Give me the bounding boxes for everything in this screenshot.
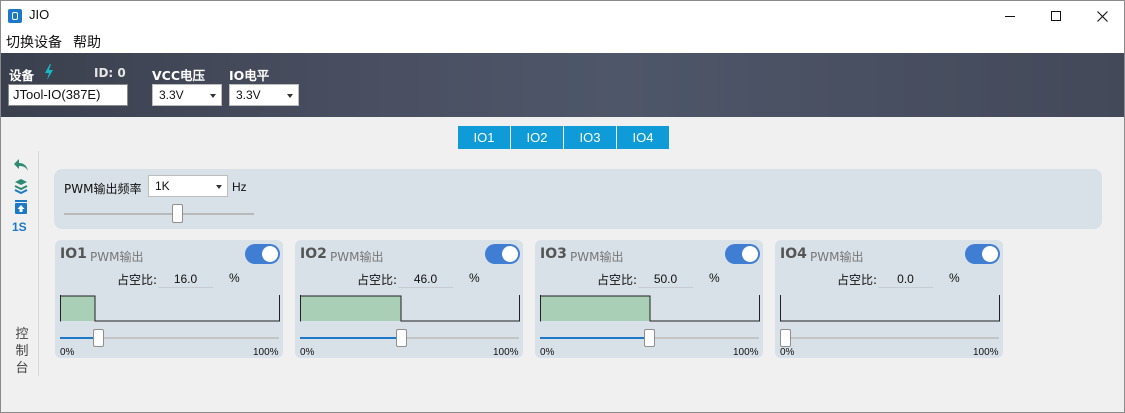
pwm-waveform (540, 295, 760, 322)
tab-io3[interactable]: IO3 (564, 126, 616, 149)
duty-input[interactable]: 46.0 (398, 271, 453, 288)
device-field[interactable]: JTool-IO(387E) (8, 84, 128, 106)
io-channel-card: IO3 PWM输出 占空比: 50.0 % 0% 100% (535, 240, 763, 358)
menu-switch-device[interactable]: 切换设备 (1, 32, 68, 52)
channel-name: IO3 (540, 246, 567, 262)
tab-io4[interactable]: IO4 (617, 126, 669, 149)
pwm-frequency-panel: PWM输出频率 1K Hz (54, 169, 1102, 229)
tab-io1[interactable]: IO1 (458, 126, 510, 149)
device-label: 设备 (9, 68, 35, 83)
io-level-label: IO电平 (229, 68, 270, 83)
chevron-down-icon (287, 94, 293, 98)
window-title: JIO (29, 7, 50, 22)
console-label[interactable]: 控 制 台 (15, 326, 29, 377)
channel-enable-toggle[interactable] (245, 244, 280, 264)
close-button[interactable] (1079, 1, 1125, 31)
slider-max-label: 100% (253, 347, 279, 358)
channel-mode: PWM输出 (570, 250, 624, 264)
io-channel-card: IO1 PWM输出 占空比: 16.0 % 0% 100% (55, 240, 283, 358)
tab-io2[interactable]: IO2 (511, 126, 563, 149)
console-char: 台 (15, 361, 29, 376)
app-window: JIO 切换设备 帮助 设备 ID: 0 VCC电压 IO电平 JTool-IO… (0, 0, 1125, 413)
slider-min-label: 0% (540, 347, 555, 358)
duty-slider-thumb[interactable] (644, 329, 655, 347)
channel-enable-toggle[interactable] (725, 244, 760, 264)
pwm-waveform (780, 295, 1000, 322)
duty-slider-fill (300, 337, 401, 339)
maximize-icon (1051, 11, 1061, 21)
chevron-down-icon (210, 94, 216, 98)
sidebar-divider (38, 151, 39, 376)
duty-label: 占空比: (837, 273, 878, 287)
chevron-down-icon (216, 185, 222, 189)
minimize-button[interactable] (987, 1, 1033, 31)
channel-name: IO1 (60, 246, 87, 262)
slider-min-label: 0% (300, 347, 315, 358)
frequency-unit: Hz (232, 180, 247, 194)
channel-name: IO2 (300, 246, 327, 262)
vcc-select[interactable]: 3.3V (152, 84, 222, 106)
duty-input[interactable]: 50.0 (638, 271, 693, 288)
channel-mode: PWM输出 (90, 250, 144, 264)
slider-max-label: 100% (493, 347, 519, 358)
waveform-high-area (300, 296, 401, 321)
title-bar: JIO (1, 1, 1124, 31)
duty-input[interactable]: 0.0 (878, 271, 933, 288)
menu-bar: 切换设备 帮助 (1, 31, 1124, 53)
vcc-select-value: 3.3V (159, 88, 184, 102)
frequency-slider-track[interactable] (64, 213, 254, 215)
channel-mode: PWM输出 (330, 250, 384, 264)
slider-max-label: 100% (973, 347, 999, 358)
duty-slider-track[interactable] (780, 337, 999, 339)
channel-name: IO4 (780, 246, 807, 262)
vcc-label: VCC电压 (152, 68, 206, 83)
console-char: 制 (15, 344, 29, 359)
duty-unit: % (469, 271, 480, 285)
duty-label: 占空比: (357, 273, 398, 287)
duty-unit: % (709, 271, 720, 285)
waveform-high-area (540, 296, 650, 321)
minimize-icon (1005, 15, 1015, 17)
duty-slider-fill (540, 337, 650, 339)
frequency-slider-thumb[interactable] (172, 204, 183, 223)
waveform-signal (780, 295, 1000, 322)
duty-unit: % (949, 271, 960, 285)
duty-slider-fill (60, 337, 95, 339)
io-channel-card: IO2 PWM输出 占空比: 46.0 % 0% 100% (295, 240, 523, 358)
layers-icon[interactable] (13, 178, 29, 194)
duty-unit: % (229, 271, 240, 285)
pwm-waveform (300, 295, 520, 322)
waveform-high-area (60, 296, 95, 321)
slider-max-label: 100% (733, 347, 759, 358)
console-char: 控 (15, 327, 29, 342)
channel-enable-toggle[interactable] (485, 244, 520, 264)
slider-min-label: 0% (780, 347, 795, 358)
device-header: 设备 ID: 0 VCC电压 IO电平 JTool-IO(387E) 3.3V … (1, 53, 1124, 117)
duty-input[interactable]: 16.0 (158, 271, 213, 288)
io-channel-card: IO4 PWM输出 占空比: 0.0 % 0% 100% (775, 240, 1003, 358)
maximize-button[interactable] (1033, 1, 1079, 31)
duty-label: 占空比: (597, 273, 638, 287)
pwm-waveform (60, 295, 280, 322)
channel-enable-toggle[interactable] (965, 244, 1000, 264)
pwm-frequency-select[interactable]: 1K (148, 175, 228, 197)
timer-1s-label[interactable]: 1S (12, 220, 27, 234)
device-id: ID: 0 (94, 66, 126, 80)
pwm-frequency-value: 1K (155, 179, 170, 193)
close-icon (1096, 10, 1108, 22)
app-icon (8, 9, 22, 23)
duty-label: 占空比: (117, 273, 158, 287)
pwm-frequency-label: PWM输出频率 (64, 182, 142, 196)
bolt-icon (45, 64, 53, 80)
io-level-select-value: 3.3V (236, 88, 261, 102)
slider-min-label: 0% (60, 347, 75, 358)
channel-mode: PWM输出 (810, 250, 864, 264)
duty-slider-thumb[interactable] (780, 329, 791, 347)
duty-slider-thumb[interactable] (396, 329, 407, 347)
duty-slider-thumb[interactable] (93, 329, 104, 347)
menu-help[interactable]: 帮助 (68, 32, 107, 52)
io-level-select[interactable]: 3.3V (229, 84, 299, 106)
upload-icon[interactable] (13, 199, 29, 215)
undo-icon[interactable] (13, 157, 29, 173)
